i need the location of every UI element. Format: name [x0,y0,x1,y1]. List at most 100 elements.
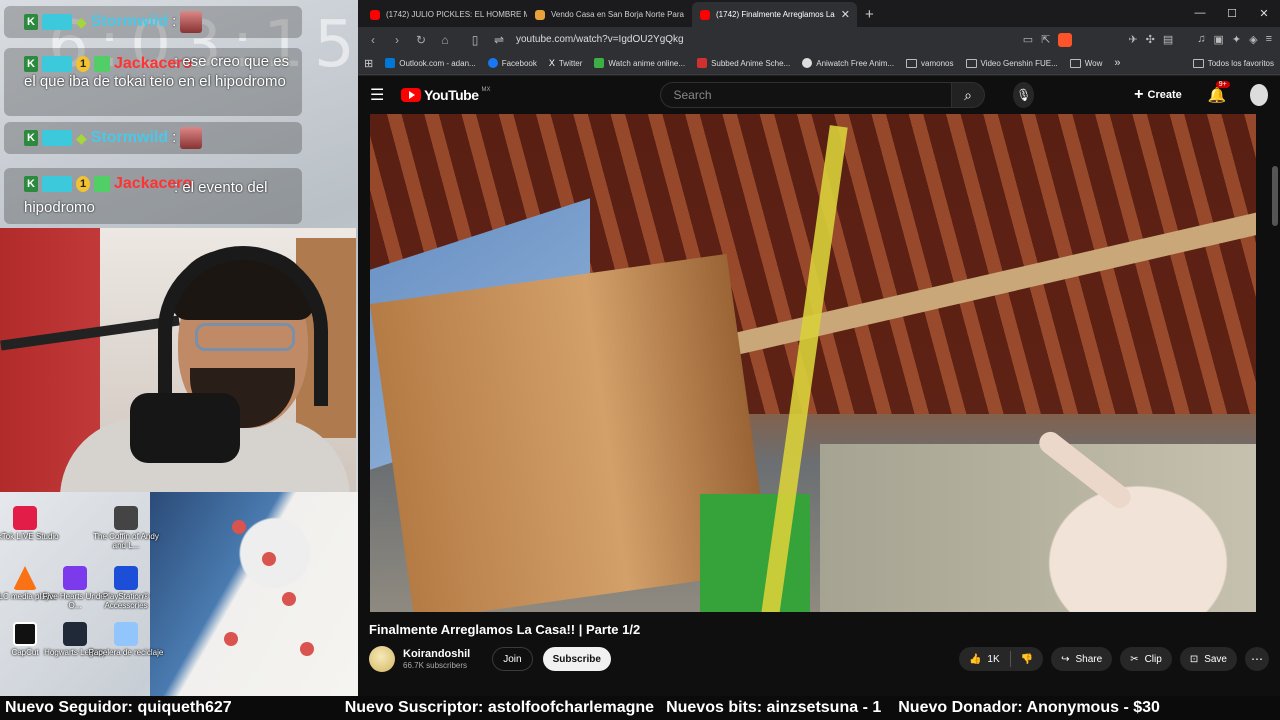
bookmark-item[interactable]: Aniwatch Free Anim... [802,58,894,68]
bookmark-folder[interactable]: Wow [1069,58,1102,68]
game-icon [63,566,87,590]
video-title: Finalmente Arreglamos La Casa!! | Parte … [369,622,641,637]
notifications-button[interactable]: 🔔 9+ [1208,81,1230,104]
desktop-background: TikTok LIVE Studio The Coffin of Andy an… [0,492,358,696]
channel-name[interactable]: Koirandoshil [403,648,470,660]
subscribe-button[interactable]: Subscribe [542,647,611,671]
bookmark-folder[interactable]: vamonos [906,58,954,68]
video-player[interactable] [370,114,1256,612]
chat-username: Stormwild [90,13,169,30]
join-button[interactable]: Join [492,647,533,671]
browser-tab[interactable]: Vendo Casa en San Borja Norte Para [527,2,692,27]
game-icon [114,506,138,530]
badge-icon [42,14,72,30]
close-tab-icon[interactable]: ✕ [841,8,850,21]
new-tab-button[interactable]: + [857,6,882,27]
search-button[interactable]: ⌕ [951,82,986,108]
video-actions: 👍 1K 👎 ↪ Share ✂ Clip ⊡ Save ⋯ [958,647,1269,671]
bookmark-item[interactable]: Subbed Anime Sche... [697,58,790,68]
sidebar-icon[interactable]: ▤ [1163,33,1173,47]
chat-text: : ese creo que es el que iba de tokai te… [24,53,290,90]
chat-message: K ◆ Stormwild : [4,6,302,38]
brave-shield-icon[interactable] [1058,32,1073,47]
outlook-icon [385,58,396,68]
facebook-icon [487,58,498,68]
voice-search-button[interactable]: 🎙 [1013,82,1035,108]
minimize-icon[interactable]: — [1184,0,1216,26]
ticker-item: Nuevos bits: ainzsetsuna - 1 [666,699,882,716]
webcam-feed [0,228,356,492]
window-controls: — ☐ ✕ [1184,0,1280,26]
browser-tab-active[interactable]: (1742) Finalmente Arreglamos La ✕ [692,2,857,27]
forward-icon[interactable]: › [390,33,404,47]
close-window-icon[interactable]: ✕ [1248,0,1280,26]
account-avatar[interactable] [1250,84,1269,106]
back-icon[interactable]: ‹ [366,33,380,47]
chat-text: : el evento del hipodromo [24,179,268,216]
maximize-icon[interactable]: ☐ [1216,0,1248,26]
recycle-bin-icon [114,622,138,646]
ticker-item: Nuevo Suscriptor: astolfoofcharlemagne [344,699,655,716]
dislike-icon[interactable]: 👎 [1021,654,1033,665]
leo-icon[interactable]: ✦ [1232,33,1241,47]
folder-icon [906,58,918,68]
desktop-icon[interactable]: PlayStation® Accessories [86,566,166,610]
scissors-icon: ✂ [1130,653,1139,665]
badge-icon: K [24,14,38,30]
plus-icon: + [1134,86,1144,103]
desktop-icon[interactable]: The Coffin of Andy and L... [86,506,166,550]
bookmark-item[interactable]: Watch anime online... [594,58,685,68]
desktop-icon[interactable]: Papelera de reciclaje [86,622,166,657]
site-favicon-icon [535,9,545,20]
youtube-favicon-icon [370,9,380,20]
reload-icon[interactable]: ↻ [414,33,428,47]
wallet-icon[interactable]: ▣ [1213,33,1223,47]
bookmark-save-icon: ⊡ [1189,653,1199,665]
clip-button[interactable]: ✂ Clip [1120,647,1172,671]
save-button[interactable]: ⊡ Save [1179,647,1237,671]
apps-icon[interactable]: ⊞ [364,57,373,70]
user-avatar [180,127,203,149]
badge-icon: K [24,130,38,146]
menu-icon[interactable]: ≡ [1266,33,1272,47]
scrollbar[interactable] [1272,166,1278,226]
channel-avatar[interactable] [369,646,395,672]
chat-message: K 1 Jackacero : el evento del hipodromo [4,168,302,224]
hamburger-menu-icon[interactable]: ☰ [370,85,389,105]
bookmark-item[interactable]: Outlook.com - adan... [385,58,476,68]
aniwatch-icon [802,58,813,68]
create-button[interactable]: + Create [1124,82,1192,108]
music-icon[interactable]: ♫ [1197,33,1205,47]
bookmark-item[interactable]: Facebook [487,58,537,68]
share-arrow-icon: ↪ [1061,653,1070,665]
more-bookmarks-icon[interactable]: » [1114,57,1120,69]
bookmark-folder[interactable]: Video Genshin FUE... [965,58,1058,68]
cast-icon[interactable]: ▭ [1023,33,1033,47]
home-icon[interactable]: ⌂ [438,33,452,47]
x-icon: X [548,58,555,68]
chat-message: K ◆ Stormwild : [4,122,302,154]
translate-icon[interactable]: ✈ [1128,33,1137,47]
all-favorites-folder[interactable]: Todos los favoritos [1192,58,1274,68]
url-field[interactable]: ▯ ⇌ youtube.com/watch?v=IgdOU2YgQkg [462,30,1013,50]
search-input[interactable]: Search [660,82,952,108]
vpn-icon[interactable]: ◈ [1249,33,1257,47]
like-count[interactable]: 1K [987,654,999,665]
chat-message: K 1 Jackacero : ese creo que es el que i… [4,48,302,116]
desktop-icon[interactable]: TikTok LIVE Studio [0,506,65,541]
share-button[interactable]: ↪ Share [1051,647,1113,671]
site-info-icon[interactable]: ⇌ [492,33,506,47]
puzzle-icon[interactable]: ✣ [1146,33,1155,47]
bookmark-icon[interactable]: ▯ [468,33,482,47]
bookmark-item[interactable]: X Twitter [549,58,583,68]
ticker-item: Nuevo Seguidor: quiqueth627 [5,699,232,716]
browser-tab[interactable]: (1742) JULIO PICKLES: EL HOMBRE M [362,2,527,27]
more-actions-icon[interactable]: ⋯ [1245,647,1269,671]
chat-text: : [172,13,177,30]
url-text: youtube.com/watch?v=IgdOU2YgQkg [516,34,684,45]
share-icon[interactable]: ⇱ [1041,33,1050,47]
like-icon[interactable]: 👍 [969,654,981,665]
youtube-logo[interactable]: YouTube MX [401,87,490,103]
hogwarts-icon [63,622,87,646]
diamond-badge-icon: ◆ [76,13,87,30]
